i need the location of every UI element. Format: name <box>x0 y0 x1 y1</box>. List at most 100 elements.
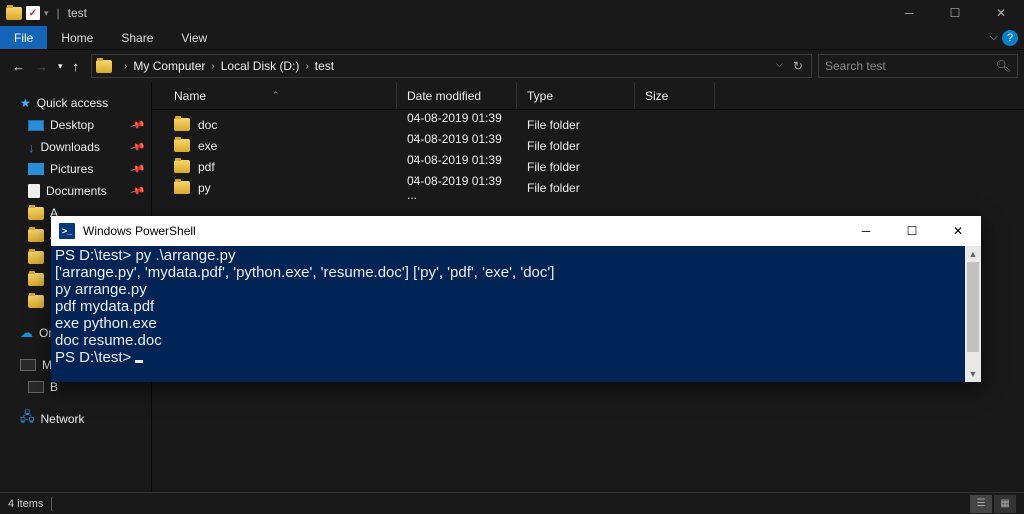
folder-icon <box>6 7 22 20</box>
table-row[interactable]: doc04-08-2019 01:39 ...File folder <box>152 114 1024 135</box>
sidebar-item-label: Network <box>41 412 85 426</box>
view-icons-button[interactable]: ▦ <box>994 495 1016 513</box>
sidebar-desktop[interactable]: Desktop 📌 <box>0 114 151 136</box>
chevron-right-icon[interactable]: › <box>124 61 127 72</box>
file-type: File folder <box>517 160 635 174</box>
ribbon-home[interactable]: Home <box>47 26 107 49</box>
folder-icon <box>28 251 44 264</box>
documents-icon <box>28 184 40 198</box>
breadcrumb-folder-icon <box>96 60 112 73</box>
folder-icon <box>174 181 190 194</box>
ribbon-file[interactable]: File <box>0 26 47 49</box>
sidebar-item-label: Documents <box>46 184 107 198</box>
maximize-button[interactable]: ☐ <box>932 0 978 26</box>
download-icon: ↓ <box>28 140 35 155</box>
search-placeholder: Search test <box>825 59 886 73</box>
file-name: py <box>198 181 211 195</box>
search-icon[interactable]: 🔍︎ <box>996 59 1011 73</box>
pin-icon: 📌 <box>129 161 145 177</box>
powershell-title: Windows PowerShell <box>83 224 196 238</box>
sidebar-downloads[interactable]: ↓ Downloads 📌 <box>0 136 151 158</box>
table-row[interactable]: py04-08-2019 01:39 ...File folder <box>152 177 1024 198</box>
column-date[interactable]: Date modified <box>397 82 517 109</box>
column-size[interactable]: Size <box>635 82 715 109</box>
folder-icon <box>174 160 190 173</box>
pc-icon <box>20 359 36 371</box>
column-headers: Name⌃ Date modified Type Size <box>152 82 1024 110</box>
nav-forward-icon: → <box>35 59 48 74</box>
pin-icon: 📌 <box>129 117 145 133</box>
breadcrumb-dropdown-icon[interactable]: ⌵ <box>776 59 783 73</box>
folder-icon <box>174 139 190 152</box>
file-date: 04-08-2019 01:39 ... <box>397 174 517 202</box>
nav-back-icon[interactable]: ← <box>12 59 25 74</box>
folder-icon <box>28 207 44 220</box>
network-icon: 🖧 <box>20 408 35 430</box>
desktop-icon <box>28 120 44 131</box>
ps-maximize-button[interactable]: ☐ <box>889 216 935 246</box>
expand-icon[interactable]: ▾ <box>44 8 49 19</box>
cloud-icon: ☁ <box>20 325 33 341</box>
properties-icon[interactable]: ✓ <box>26 6 40 20</box>
powershell-window[interactable]: >_ Windows PowerShell ─ ☐ ✕ PS D:\test> … <box>51 216 981 382</box>
help-icon[interactable]: ? <box>1002 30 1018 46</box>
ribbon: File Home Share View ⌵ ? <box>0 26 1024 50</box>
nav-recent-icon[interactable]: ▾ <box>58 61 63 72</box>
sidebar-item-label: Desktop <box>50 118 94 132</box>
breadcrumb-folder[interactable]: test <box>315 59 334 73</box>
file-type: File folder <box>517 118 635 132</box>
scroll-down-icon[interactable]: ▼ <box>965 366 981 382</box>
table-row[interactable]: pdf04-08-2019 01:39 ...File folder <box>152 156 1024 177</box>
folder-icon <box>174 118 190 131</box>
title-quick-icons: ✓ ▾ | test <box>0 6 93 20</box>
ribbon-view[interactable]: View <box>167 26 221 49</box>
file-name: pdf <box>198 160 215 174</box>
folder-icon <box>28 295 44 308</box>
close-button[interactable]: ✕ <box>978 0 1024 26</box>
chevron-right-icon[interactable]: › <box>305 61 308 72</box>
ribbon-collapse-icon[interactable]: ⌵ <box>990 31 998 44</box>
pc-icon <box>28 381 44 393</box>
sidebar-item-label: Pictures <box>50 162 93 176</box>
powershell-output[interactable]: PS D:\test> py .\arrange.py ['arrange.py… <box>51 246 981 369</box>
breadcrumb[interactable]: › My Computer › Local Disk (D:) › test ⌵… <box>91 54 812 78</box>
file-name: exe <box>198 139 217 153</box>
pin-icon: 📌 <box>129 139 145 155</box>
pin-icon: 📌 <box>129 183 145 199</box>
nav-up-icon[interactable]: ↑ <box>73 59 80 74</box>
breadcrumb-root[interactable]: My Computer <box>133 59 205 73</box>
breadcrumb-disk[interactable]: Local Disk (D:) <box>221 59 300 73</box>
column-name[interactable]: Name⌃ <box>152 82 397 109</box>
sidebar-item-label: Downloads <box>41 140 100 154</box>
scroll-thumb[interactable] <box>967 262 979 352</box>
scroll-up-icon[interactable]: ▲ <box>965 246 981 262</box>
file-type: File folder <box>517 139 635 153</box>
sidebar-network[interactable]: 🖧 Network <box>0 408 151 430</box>
folder-icon <box>28 229 44 242</box>
view-details-button[interactable]: ☰ <box>970 495 992 513</box>
sidebar-documents[interactable]: Documents 📌 <box>0 180 151 202</box>
pictures-icon <box>28 163 44 175</box>
window-title: test <box>68 6 87 20</box>
powershell-text: PS D:\test> py .\arrange.py ['arrange.py… <box>55 247 554 366</box>
ribbon-share[interactable]: Share <box>107 26 167 49</box>
title-separator: | <box>57 6 60 20</box>
minimize-button[interactable]: ─ <box>886 0 932 26</box>
sidebar-pictures[interactable]: Pictures 📌 <box>0 158 151 180</box>
explorer-titlebar: ✓ ▾ | test ─ ☐ ✕ <box>0 0 1024 26</box>
search-input[interactable]: Search test 🔍︎ <box>818 54 1018 78</box>
powershell-scrollbar[interactable]: ▲ ▼ <box>965 246 981 382</box>
column-type[interactable]: Type <box>517 82 635 109</box>
sidebar-quick-access[interactable]: ★ Quick access <box>0 92 151 114</box>
ps-close-button[interactable]: ✕ <box>935 216 981 246</box>
table-row[interactable]: exe04-08-2019 01:39 ...File folder <box>152 135 1024 156</box>
chevron-right-icon[interactable]: › <box>211 61 214 72</box>
powershell-icon: >_ <box>59 223 75 239</box>
powershell-titlebar[interactable]: >_ Windows PowerShell ─ ☐ ✕ <box>51 216 981 246</box>
star-icon: ★ <box>20 96 31 110</box>
ps-minimize-button[interactable]: ─ <box>843 216 889 246</box>
file-name: doc <box>198 118 217 132</box>
sidebar-item-label: Quick access <box>37 96 108 110</box>
refresh-icon[interactable]: ↻ <box>793 59 803 73</box>
address-bar: ← → ▾ ↑ › My Computer › Local Disk (D:) … <box>0 50 1024 82</box>
